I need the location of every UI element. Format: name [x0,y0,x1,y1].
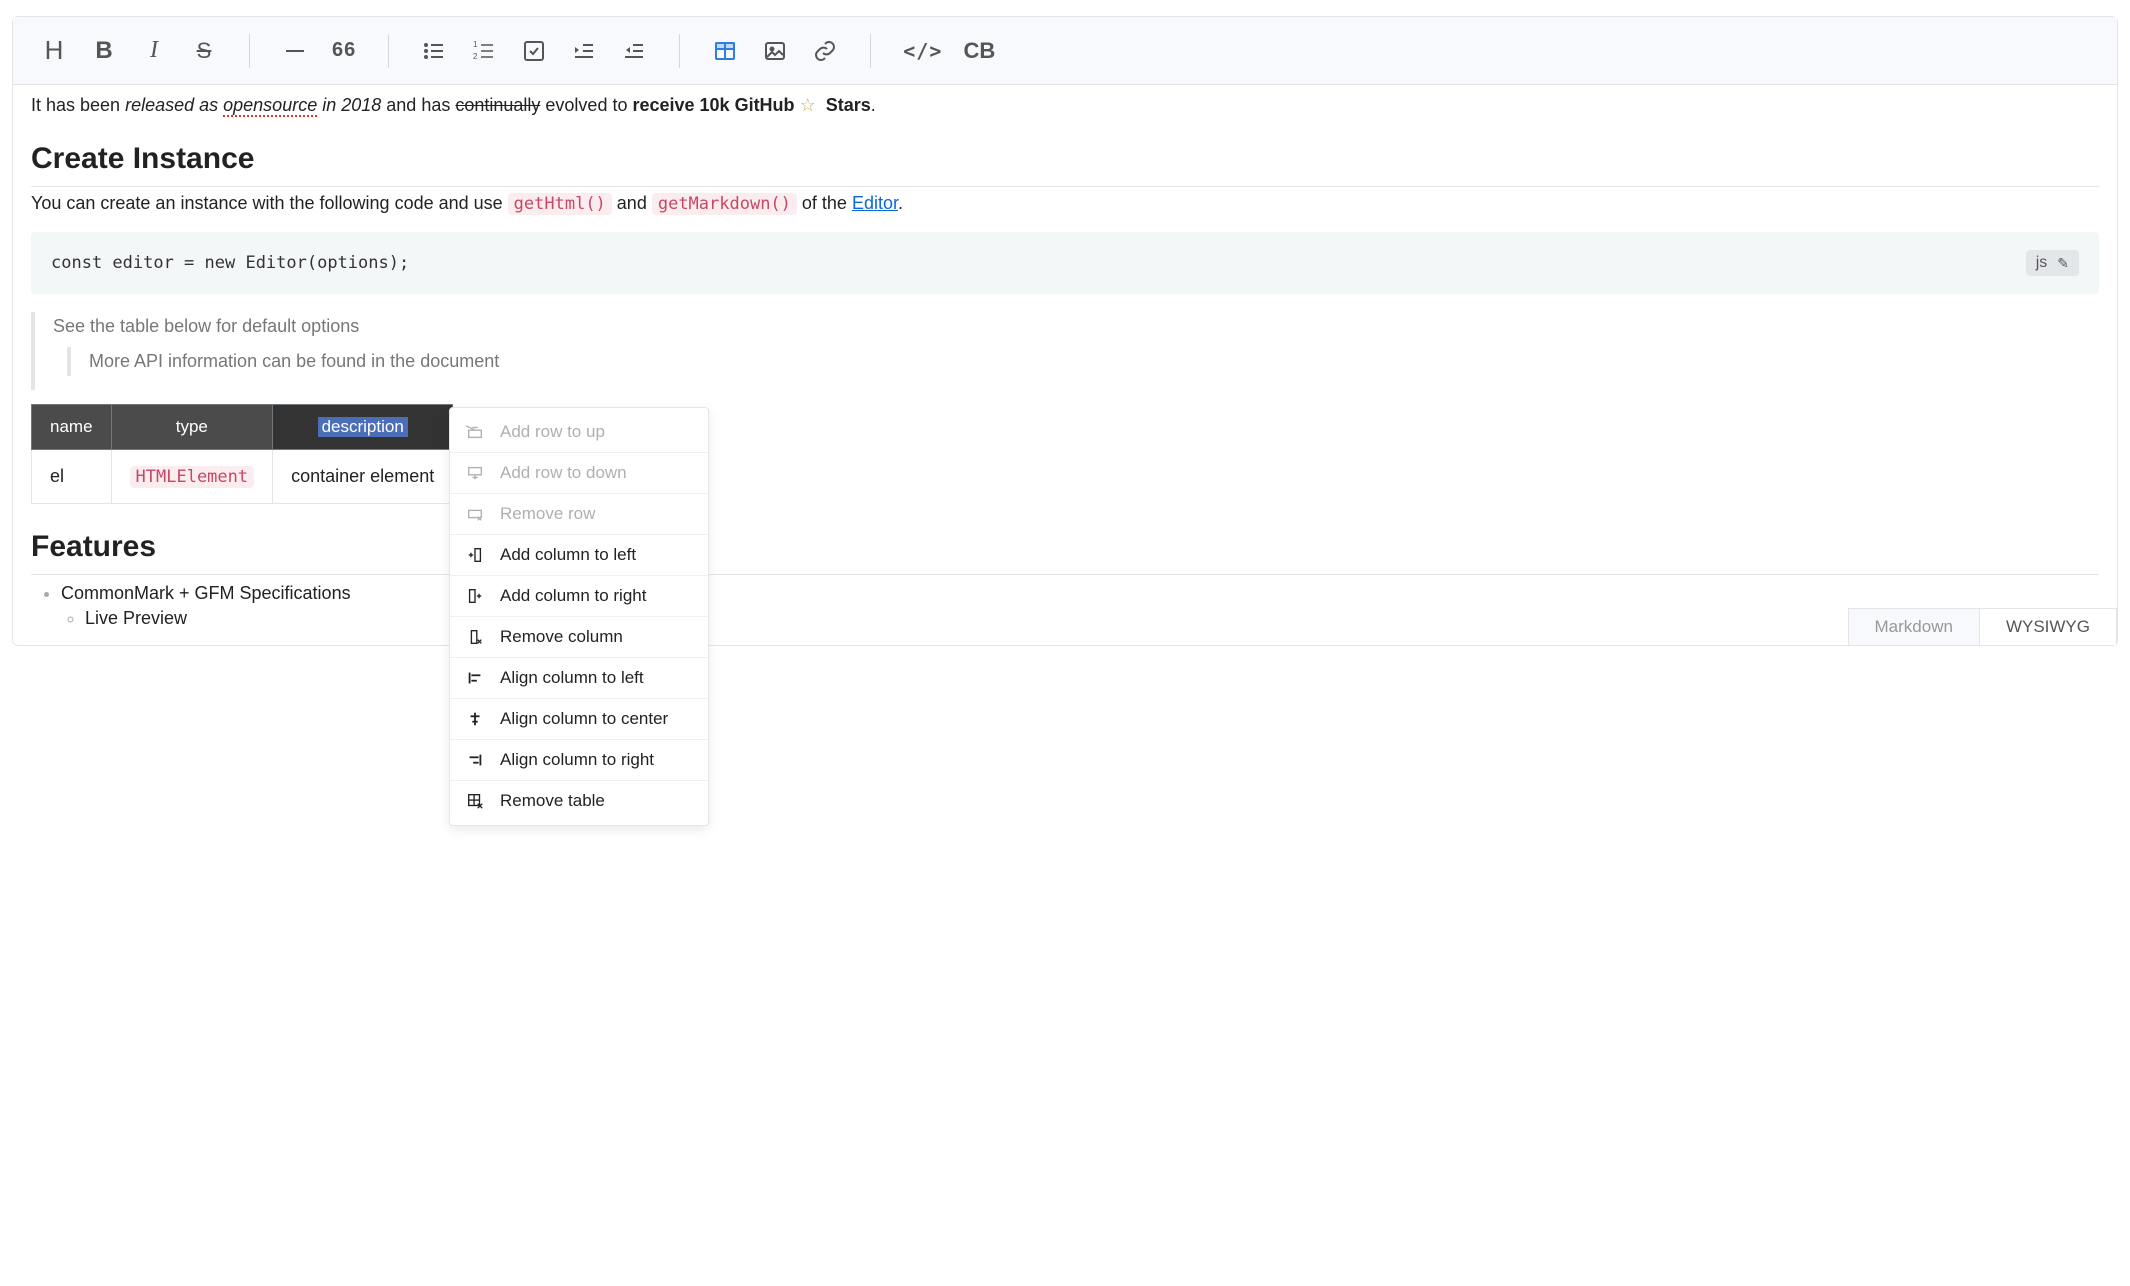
context-menu-label: Add column to right [500,586,646,606]
ul-button[interactable] [411,28,457,74]
options-table[interactable]: name type description el HTMLElement con… [31,404,453,504]
editor-container: H B I S 66 1 2 [12,16,2118,646]
th-name[interactable]: name [32,405,112,450]
heading-features[interactable]: Features [31,530,2099,575]
row-down-icon [466,464,486,482]
image-button[interactable] [752,28,798,74]
code-button[interactable]: </> [893,28,952,74]
context-menu-label: Add row to up [500,422,605,442]
context-menu-item[interactable]: Align column to center [450,699,708,740]
features-list[interactable]: CommonMark + GFM Specifications Live Pre… [31,583,2099,629]
tab-markdown[interactable]: Markdown [1849,609,1980,645]
context-menu-label: Align column to right [500,750,654,770]
context-menu-label: Add row to down [500,463,627,483]
col-right-icon [466,587,486,605]
codeblock-button[interactable]: CB [956,28,1002,74]
table-button[interactable] [702,28,748,74]
cell-description[interactable]: container element [273,450,453,504]
th-description[interactable]: description [273,405,453,450]
create-instance-paragraph[interactable]: You can create an instance with the foll… [31,193,2099,214]
context-menu-item[interactable]: Add column to left [450,535,708,576]
context-menu-label: Add column to left [500,545,636,565]
outdent-button[interactable] [611,28,657,74]
hr-button[interactable] [272,28,318,74]
bold-button[interactable]: B [81,28,127,74]
toolbar-separator [249,34,250,68]
context-menu-label: Remove table [500,791,605,811]
toolbar: H B I S 66 1 2 [13,17,2117,85]
tab-wysiwyg[interactable]: WYSIWYG [1980,609,2117,645]
heading-create-instance[interactable]: Create Instance [31,142,2099,187]
svg-text:2: 2 [473,52,478,61]
toolbar-separator [870,34,871,68]
cell-type[interactable]: HTMLElement [111,450,273,504]
toolbar-separator [388,34,389,68]
task-button[interactable] [511,28,557,74]
context-menu-item: Add row to down [450,453,708,494]
strike-button[interactable]: S [181,28,227,74]
table-context-menu: Add row to up Add row to down Remove row Ad… [449,407,709,826]
cell-name[interactable]: el [32,450,112,504]
list-item[interactable]: CommonMark + GFM Specifications Live Pre… [61,583,2099,629]
toolbar-separator [679,34,680,68]
context-menu-label: Remove row [500,504,595,524]
ol-button[interactable]: 1 2 [461,28,507,74]
editor-content[interactable]: It has been released as opensource in 20… [13,85,2117,645]
context-menu-item[interactable]: Remove table [450,781,708,821]
list-item[interactable]: Live Preview [85,608,2099,629]
context-menu-label: Remove column [500,627,623,647]
italic-button[interactable]: I [131,28,177,74]
indent-button[interactable] [561,28,607,74]
code-block[interactable]: const editor = new Editor(options); js ✎ [31,232,2099,294]
context-menu-label: Align column to left [500,668,644,688]
context-menu-item: Remove row [450,494,708,535]
th-type[interactable]: type [111,405,273,450]
editor-link[interactable]: Editor [852,193,898,213]
context-menu-item[interactable]: Add column to right [450,576,708,617]
align-left-icon [466,669,486,687]
table-del-icon [466,792,486,810]
link-button[interactable] [802,28,848,74]
table-header-row[interactable]: name type description [32,405,453,450]
align-center-icon [466,710,486,728]
row-up-icon [466,423,486,441]
blockquote-inner[interactable]: More API information can be found in the… [67,347,2099,376]
context-menu-item[interactable]: Align column to left [450,658,708,699]
table-row[interactable]: el HTMLElement container element [32,450,453,504]
svg-text:1: 1 [473,40,478,49]
row-del-icon [466,505,486,523]
col-left-icon [466,546,486,564]
pencil-icon: ✎ [2057,255,2069,272]
align-right-icon [466,751,486,769]
blockquote-outer[interactable]: See the table below for default options … [31,312,2099,390]
heading-button[interactable]: H [31,28,77,74]
context-menu-label: Align column to center [500,709,668,729]
col-del-icon [466,628,486,646]
context-menu-item[interactable]: Remove column [450,617,708,658]
intro-paragraph[interactable]: It has been released as opensource in 20… [31,95,2099,116]
code-language-badge[interactable]: js ✎ [2026,250,2079,276]
context-menu-item[interactable]: Align column to right [450,740,708,781]
star-icon: ☆ [800,95,816,115]
quote-button[interactable]: 66 [322,28,366,74]
context-menu-item: Add row to up [450,412,708,453]
mode-tabs: Markdown WYSIWYG [1848,608,2117,645]
